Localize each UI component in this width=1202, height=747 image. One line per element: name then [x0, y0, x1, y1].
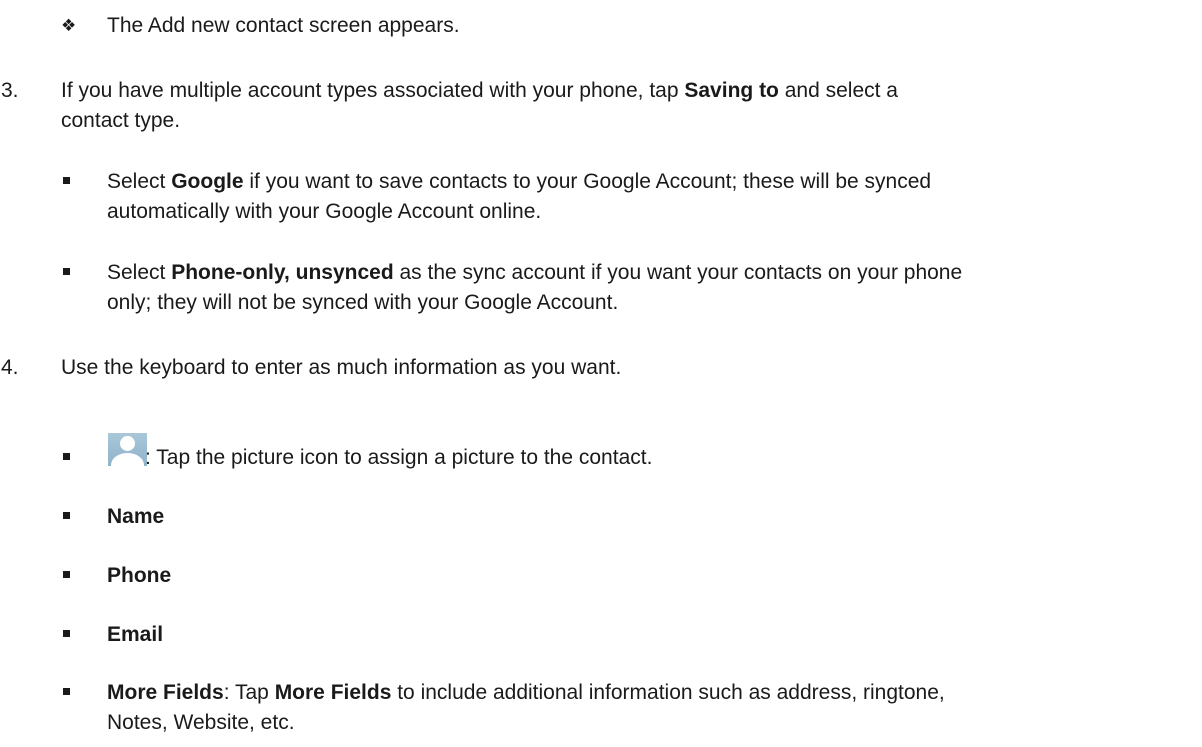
- square-bullet-icon: [63, 688, 70, 695]
- more-fields-text: More Fields: Tap More Fields to include …: [107, 681, 945, 705]
- step-number-3: 3.: [1, 79, 19, 102]
- square-bullet-icon: [63, 453, 70, 460]
- paragraph-add-contact: The Add new contact screen appears.: [107, 14, 460, 37]
- sub-phone-text: Select Phone-only, unsynced as the sync …: [107, 261, 962, 285]
- picture-icon-body: [111, 453, 144, 466]
- sub-google-pre: Select: [107, 170, 172, 193]
- sub-phone-bold: Phone-only, unsynced: [171, 261, 394, 284]
- square-bullet-icon: [63, 268, 70, 275]
- step-3-text: If you have multiple account types assoc…: [61, 79, 898, 103]
- contact-picture-icon: [108, 433, 147, 466]
- field-name-bold: Name: [107, 505, 165, 528]
- more-fields-bold1: More Fields: [107, 681, 224, 704]
- more-fields-post: to include additional information such a…: [391, 681, 945, 704]
- step-4-text: Use the keyboard to enter as much inform…: [61, 356, 622, 379]
- more-fields-bold2: More Fields: [274, 681, 392, 704]
- step-number-4: 4.: [1, 356, 19, 379]
- step-3-text-pre: If you have multiple account types assoc…: [61, 79, 685, 102]
- sub-phone-post: as the sync account if you want your con…: [393, 261, 963, 284]
- square-bullet-icon: [63, 512, 70, 519]
- square-bullet-icon: [63, 571, 70, 578]
- sub-google-text-line2: automatically with your Google Account o…: [107, 200, 542, 223]
- step-3-text-bold: Saving to: [684, 79, 779, 102]
- step-3-text-post: and select a: [778, 79, 898, 102]
- more-fields-text-line2: Notes, Website, etc.: [107, 711, 295, 734]
- more-fields-mid: : Tap: [223, 681, 275, 704]
- sub-google-bold: Google: [171, 170, 244, 193]
- sub-phone-text-line2: only; they will not be synced with your …: [107, 291, 619, 314]
- square-bullet-icon: [63, 177, 70, 184]
- sub-google-text: Select Google if you want to save contac…: [107, 170, 931, 194]
- diamond-bullet-icon: ❖: [61, 16, 77, 36]
- field-email-bold: Email: [107, 623, 164, 646]
- sub-google-post: if you want to save contacts to your Goo…: [243, 170, 932, 193]
- sub-phone-pre: Select: [107, 261, 172, 284]
- field-name-label: Name: [107, 505, 164, 529]
- field-phone-bold: Phone: [107, 564, 172, 587]
- field-phone-label: Phone: [107, 564, 171, 588]
- picture-icon-head: [120, 436, 135, 451]
- square-bullet-icon: [63, 630, 70, 637]
- field-email-label: Email: [107, 623, 163, 647]
- step-3-text-line2: contact type.: [61, 109, 181, 132]
- picture-item-text: : Tap the picture icon to assign a pictu…: [145, 446, 653, 469]
